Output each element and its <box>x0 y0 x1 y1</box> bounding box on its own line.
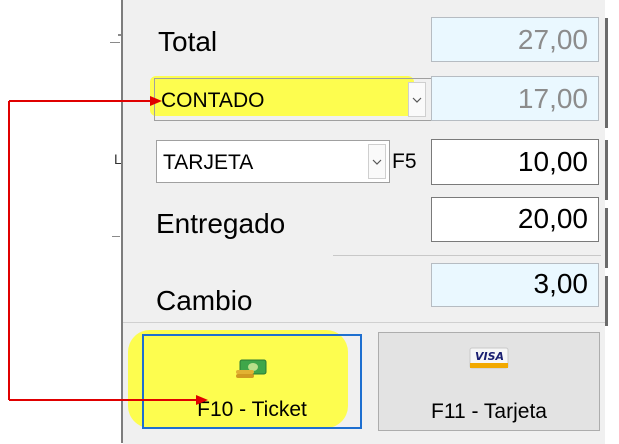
contado-option-label: CONTADO <box>161 89 265 112</box>
card-payment-button-label: F11 - Tarjeta <box>431 400 547 423</box>
right-edge-bar <box>605 276 608 326</box>
cambio-value-field: 3,00 <box>431 263 599 307</box>
tarjeta-dropdown-button[interactable] <box>368 144 386 179</box>
contado-value-field: 17,00 <box>431 76 599 121</box>
card-payment-button[interactable]: VISA F11 - Tarjeta <box>378 332 600 431</box>
tarjeta-option-label: TARJETA <box>163 151 254 174</box>
right-edge-bar <box>605 140 608 200</box>
background-window-strip: L <box>0 0 122 443</box>
payment-method-select-contado[interactable]: CONTADO <box>154 78 432 121</box>
chevron-down-icon <box>372 159 382 165</box>
total-label: Total <box>158 26 218 57</box>
ticket-button-label: F10 - Ticket <box>197 398 307 421</box>
tarjeta-shortcut-label: F5 <box>392 150 417 173</box>
ticket-button[interactable]: F10 - Ticket <box>142 334 362 429</box>
entregado-amount-input[interactable]: 20,00 <box>431 197 599 242</box>
change-separator <box>333 255 601 256</box>
cash-icon <box>234 358 270 385</box>
tarjeta-amount-input[interactable]: 10,00 <box>431 139 599 185</box>
total-value-field: 27,00 <box>431 17 599 62</box>
left-divider-tick <box>112 236 120 237</box>
cambio-label: Cambio <box>156 285 253 316</box>
entregado-label: Entregado <box>156 208 286 239</box>
right-window-edge <box>605 0 619 443</box>
right-edge-bar <box>605 208 608 268</box>
visa-card-icon: VISA <box>469 347 509 374</box>
payment-method-select-tarjeta[interactable]: TARJETA <box>156 140 390 183</box>
left-divider-tick <box>110 42 120 43</box>
visa-card-text: VISA <box>475 350 505 363</box>
contado-dropdown-button[interactable] <box>408 82 426 117</box>
right-edge-bar <box>605 18 608 128</box>
chevron-down-icon <box>412 97 422 103</box>
